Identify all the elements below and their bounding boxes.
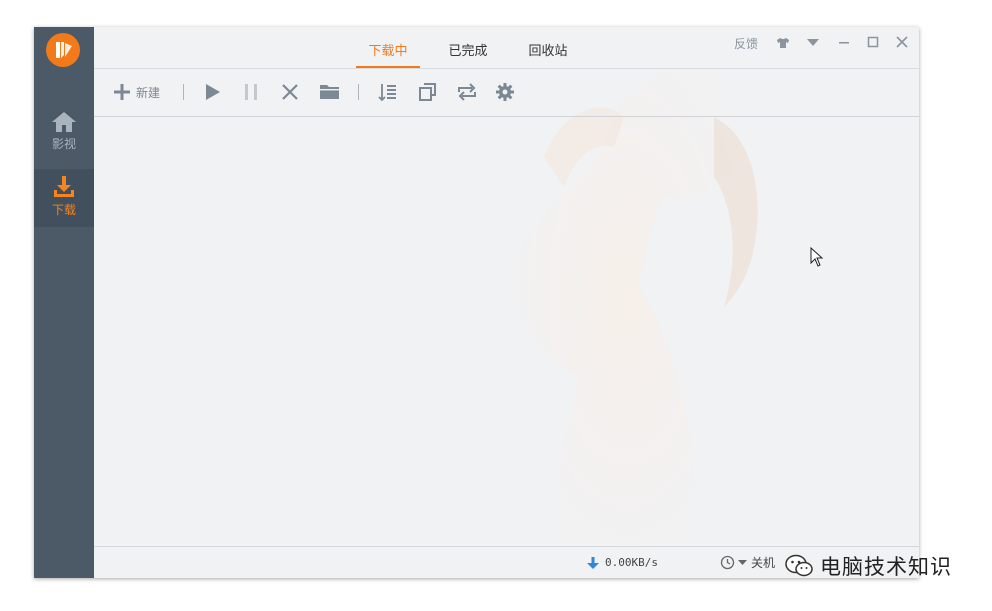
copy-link-button[interactable] bbox=[417, 80, 437, 104]
close-icon[interactable] bbox=[896, 36, 908, 48]
maximize-icon[interactable] bbox=[867, 36, 879, 48]
pause-button[interactable] bbox=[241, 80, 261, 104]
download-speed: 0.00KB/s bbox=[605, 556, 658, 569]
sidebar: 影视 下载 bbox=[34, 27, 94, 578]
minimize-icon[interactable] bbox=[838, 36, 850, 48]
sidebar-item-video[interactable]: 影视 bbox=[34, 110, 94, 168]
toolbar: 新建 bbox=[94, 68, 919, 117]
feedback-link[interactable]: 反馈 bbox=[734, 35, 758, 52]
delete-button[interactable] bbox=[280, 80, 300, 104]
new-task-button[interactable]: 新建 bbox=[112, 80, 160, 104]
sidebar-item-label: 下载 bbox=[51, 203, 76, 217]
menu-dropdown-icon[interactable] bbox=[807, 39, 819, 47]
main-panel: 下载中 已完成 回收站 反馈 新建 0.00KB/s 关机 bbox=[94, 27, 919, 578]
folder-icon bbox=[320, 85, 339, 99]
settings-icon bbox=[496, 83, 514, 101]
sort-button[interactable] bbox=[378, 80, 398, 104]
open-folder-button[interactable] bbox=[319, 80, 341, 104]
app-window: 影视 下载 下载中 已完成 回收站 反馈 新建 0.00KB/s 关机 bbox=[34, 27, 919, 578]
schedule-label: 关机 bbox=[751, 556, 776, 570]
sidebar-item-download[interactable]: 下载 bbox=[34, 169, 94, 227]
tab-downloading[interactable]: 下载中 bbox=[356, 40, 420, 68]
mouse-cursor-icon bbox=[810, 247, 824, 267]
clock-icon bbox=[720, 555, 735, 570]
download-speed-icon bbox=[587, 557, 599, 569]
new-task-label: 新建 bbox=[136, 85, 161, 100]
scheduled-shutdown-control[interactable]: 关机 bbox=[720, 554, 775, 571]
tab-completed[interactable]: 已完成 bbox=[446, 40, 490, 68]
sidebar-item-label: 影视 bbox=[51, 137, 76, 151]
tab-recycle-bin[interactable]: 回收站 bbox=[526, 40, 570, 68]
play-icon bbox=[206, 84, 220, 100]
toolbar-divider bbox=[358, 84, 359, 100]
wechat-icon bbox=[785, 554, 813, 577]
repeat-button[interactable] bbox=[456, 80, 478, 104]
toolbar-divider bbox=[183, 84, 184, 100]
chevron-down-icon bbox=[738, 559, 747, 565]
watermark-text: 电脑技术知识 bbox=[820, 556, 952, 579]
sort-icon bbox=[378, 84, 396, 102]
skin-icon[interactable] bbox=[776, 37, 790, 49]
download-icon bbox=[54, 176, 74, 197]
pause-icon bbox=[245, 84, 257, 100]
home-icon bbox=[52, 112, 76, 132]
app-logo[interactable] bbox=[46, 33, 80, 67]
refresh-icon bbox=[458, 83, 476, 101]
settings-button[interactable] bbox=[495, 80, 515, 104]
watermark: 电脑技术知识 bbox=[784, 551, 952, 581]
app-logo-icon bbox=[56, 42, 72, 58]
tab-bar: 下载中 已完成 回收站 反馈 bbox=[94, 27, 919, 69]
delete-icon bbox=[282, 84, 298, 100]
start-button[interactable] bbox=[202, 80, 222, 104]
copy-icon bbox=[419, 83, 436, 101]
plus-icon bbox=[114, 84, 130, 100]
